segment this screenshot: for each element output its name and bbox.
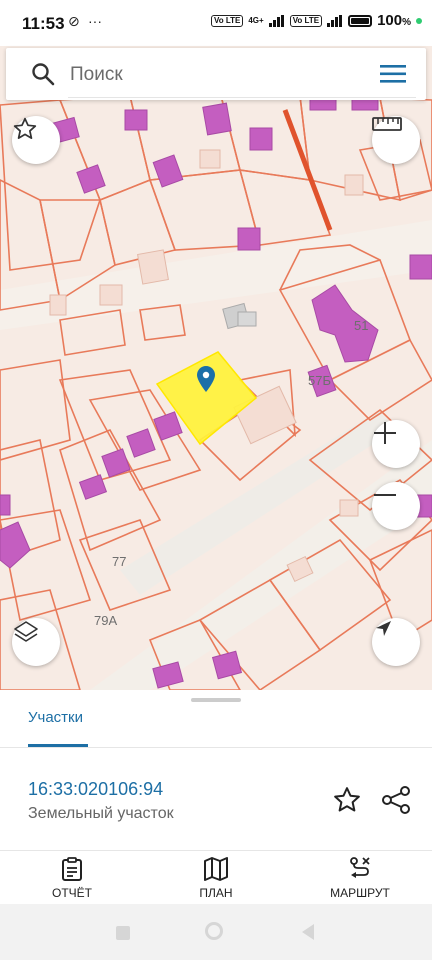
plan-label: ПЛАН [199, 886, 233, 900]
minus-icon [374, 494, 396, 496]
route-label: МАРШРУТ [330, 886, 390, 900]
plus-icon [374, 422, 396, 444]
divider [0, 850, 432, 851]
parcel-type: Земельный участок [28, 805, 174, 822]
cadastral-map[interactable]: 51 57Б 77 79А [0, 46, 432, 690]
recents-button[interactable] [116, 926, 130, 940]
tab-parcels[interactable]: Участки [28, 709, 83, 726]
route-icon [350, 857, 370, 878]
ruler-button[interactable] [372, 116, 420, 164]
clipboard-report-icon [62, 857, 82, 881]
share-icon[interactable] [380, 785, 412, 815]
report-button[interactable]: ОТЧЁТ [22, 856, 122, 900]
map-label-57b: 57Б [308, 373, 331, 388]
plan-button[interactable]: ПЛАН [166, 856, 266, 900]
battery-icon [348, 14, 373, 27]
boundary-line [282, 109, 333, 231]
search-underline [68, 97, 416, 98]
map-fold-icon [204, 857, 228, 881]
map-label-79a: 79А [94, 613, 118, 628]
status-time: 11:53 [22, 14, 65, 33]
parcel-bottom-sheet: Участки 16:33:020106:94 Земельный участо… [0, 690, 432, 904]
status-indicators: Vo LTE 4G+ Vo LTE 100% [210, 12, 422, 29]
layers-button[interactable] [12, 618, 60, 666]
privacy-dot-icon [416, 17, 422, 24]
network-type: 4G+ [248, 16, 264, 25]
navigation-arrow-icon [376, 621, 391, 636]
star-outline-icon[interactable] [332, 785, 362, 815]
system-navigation-bar [0, 904, 432, 960]
divider [0, 747, 432, 748]
search-bar [6, 48, 426, 100]
signal-icon [268, 14, 284, 27]
my-location-button[interactable] [372, 618, 420, 666]
signal-icon-2 [327, 14, 343, 27]
structure-grey [237, 311, 257, 327]
layers-icon [14, 621, 38, 642]
report-label: ОТЧЁТ [51, 886, 92, 900]
ruler-icon [372, 117, 402, 131]
volte-badge-2: Vo LTE [289, 14, 323, 27]
more-dots-icon: ··· [88, 13, 102, 29]
map-canvas[interactable] [0, 46, 432, 690]
favorites-button[interactable] [12, 116, 60, 164]
battery-level: 100% [377, 12, 411, 29]
search-icon[interactable] [30, 61, 56, 87]
map-label-77: 77 [112, 554, 127, 569]
route-button[interactable]: МАРШРУТ [310, 856, 410, 900]
hamburger-menu-icon[interactable] [378, 62, 408, 86]
home-button[interactable] [205, 922, 223, 940]
parcel-cadastral-number[interactable]: 16:33:020106:94 [28, 779, 163, 800]
location-pin-icon[interactable] [197, 366, 215, 392]
zoom-out-button[interactable] [372, 482, 420, 530]
sheet-drag-handle[interactable] [191, 698, 241, 702]
status-bar: 11:53 ⊘ ··· Vo LTE 4G+ Vo LTE 100% [0, 0, 432, 46]
zoom-in-button[interactable] [372, 420, 420, 468]
volte-badge: Vo LTE [210, 14, 244, 27]
back-button[interactable] [300, 923, 316, 941]
link-icon: ⊘ [68, 13, 80, 29]
search-input[interactable] [68, 60, 362, 90]
star-outline-icon [13, 117, 37, 139]
map-label-51: 51 [354, 318, 369, 333]
